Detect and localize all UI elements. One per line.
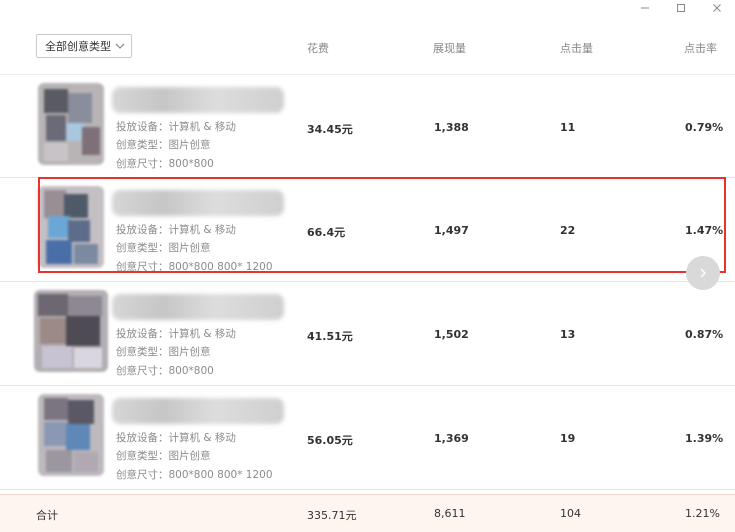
creative-type-label: 创意类型：图片创意 bbox=[116, 139, 211, 151]
window-controls bbox=[627, 0, 735, 16]
close-button[interactable] bbox=[699, 0, 735, 16]
impressions-value: 1,497 bbox=[434, 224, 469, 237]
device-label: 投放设备：计算机 & 移动 bbox=[116, 121, 236, 133]
minimize-button[interactable] bbox=[627, 0, 663, 16]
table-header: 全部创意类型 花费 展现量 点击量 点击率 bbox=[0, 16, 735, 74]
table-row[interactable]: 投放设备：计算机 & 移动 创意类型：图片创意 创意尺寸：800*800 34.… bbox=[0, 74, 735, 178]
table-row[interactable]: 投放设备：计算机 & 移动 创意类型：图片创意 创意尺寸：800*800 41.… bbox=[0, 282, 735, 386]
creative-size-label: 创意尺寸：800*800 bbox=[116, 365, 214, 377]
creative-title-redacted bbox=[112, 398, 284, 424]
clicks-value: 13 bbox=[560, 328, 576, 341]
impressions-value: 1,388 bbox=[434, 121, 469, 134]
maximize-icon bbox=[677, 4, 685, 12]
impressions-value: 1,369 bbox=[434, 432, 469, 445]
creative-size-label: 创意尺寸：800*800 800* 1200 bbox=[116, 261, 273, 273]
total-label: 合计 bbox=[36, 509, 58, 522]
creative-type-select[interactable]: 全部创意类型 bbox=[36, 34, 132, 58]
creative-thumbnail bbox=[38, 186, 104, 268]
table-row[interactable]: 投放设备：计算机 & 移动 创意类型：图片创意 创意尺寸：800*800 800… bbox=[0, 386, 735, 490]
table-row[interactable]: 投放设备：计算机 & 移动 创意类型：图片创意 创意尺寸：800*800 800… bbox=[0, 178, 735, 282]
column-header-impressions[interactable]: 展现量 bbox=[433, 40, 466, 56]
creative-type-label: 创意类型：图片创意 bbox=[116, 346, 211, 358]
cost-value: 41.51元 bbox=[307, 330, 353, 343]
chevron-down-icon bbox=[115, 43, 125, 49]
creative-type-label: 创意类型：图片创意 bbox=[116, 450, 211, 462]
column-header-cost[interactable]: 花费 bbox=[307, 40, 329, 56]
creative-table: 投放设备：计算机 & 移动 创意类型：图片创意 创意尺寸：800*800 34.… bbox=[0, 74, 735, 490]
creative-size-label: 创意尺寸：800*800 bbox=[116, 158, 214, 170]
ctr-value: 0.87% bbox=[685, 328, 724, 341]
creative-title-redacted bbox=[112, 294, 284, 320]
total-ctr: 1.21% bbox=[685, 507, 720, 520]
column-header-clicks[interactable]: 点击量 bbox=[560, 40, 593, 56]
device-label: 投放设备：计算机 & 移动 bbox=[116, 432, 236, 444]
device-label: 投放设备：计算机 & 移动 bbox=[116, 224, 236, 236]
total-cost: 335.71元 bbox=[307, 509, 357, 522]
impressions-value: 1,502 bbox=[434, 328, 469, 341]
total-row: 合计 335.71元 8,611 104 1.21% bbox=[0, 494, 735, 532]
cost-value: 56.05元 bbox=[307, 434, 353, 447]
ctr-value: 1.39% bbox=[685, 432, 724, 445]
close-icon bbox=[713, 4, 721, 12]
maximize-button[interactable] bbox=[663, 0, 699, 16]
cost-value: 34.45元 bbox=[307, 123, 353, 136]
creative-thumbnail bbox=[38, 394, 104, 476]
cost-value: 66.4元 bbox=[307, 226, 346, 239]
creative-title-redacted bbox=[112, 190, 284, 216]
device-label: 投放设备：计算机 & 移动 bbox=[116, 328, 236, 340]
creative-title-redacted bbox=[112, 87, 284, 113]
next-button[interactable] bbox=[686, 256, 720, 290]
clicks-value: 19 bbox=[560, 432, 576, 445]
clicks-value: 11 bbox=[560, 121, 576, 134]
creative-type-label: 创意类型：图片创意 bbox=[116, 242, 211, 254]
creative-thumbnail bbox=[38, 83, 104, 165]
creative-thumbnail bbox=[34, 290, 108, 372]
column-header-ctr[interactable]: 点击率 bbox=[684, 40, 717, 56]
minimize-icon bbox=[641, 7, 649, 9]
creative-size-label: 创意尺寸：800*800 800* 1200 bbox=[116, 469, 273, 481]
creative-type-select-value: 全部创意类型 bbox=[45, 40, 111, 53]
chevron-right-icon bbox=[700, 268, 706, 278]
total-clicks: 104 bbox=[560, 507, 581, 520]
ctr-value: 1.47% bbox=[685, 224, 724, 237]
total-impressions: 8,611 bbox=[434, 507, 466, 520]
clicks-value: 22 bbox=[560, 224, 576, 237]
ctr-value: 0.79% bbox=[685, 121, 724, 134]
